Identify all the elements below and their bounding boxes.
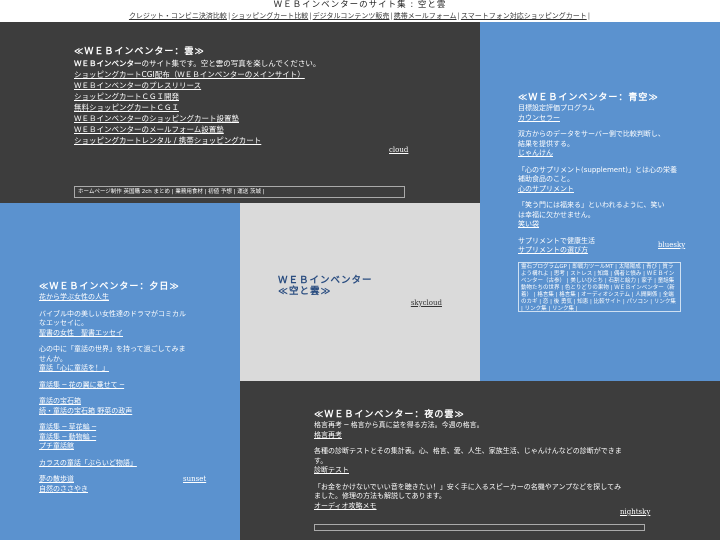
sunset-link-flowers-tales[interactable]: 童話集 ─ 草花編 ─ (39, 423, 96, 431)
nightsky-link-proverbs[interactable]: 格言再考 (314, 431, 342, 439)
cloud-link-cart-school[interactable]: ＷＥＢインベンターのショッピングカート設置塾 (74, 114, 239, 123)
sunset-link-bible[interactable]: 聖書の女性 聖書エッセイ (39, 329, 123, 337)
sunset-text: バイブル中の美しい女性達のドラマがコミカル (39, 309, 186, 318)
cloud-intro-text: のサイト集です。空と雲の写真を楽しんでください。 (141, 59, 321, 68)
center-title-line2: ≪空と雲≫ (278, 286, 332, 297)
sunset-link-jewel-box-2[interactable]: 続・童話の宝石箱 野菜の政声 (39, 407, 132, 415)
nightsky-signature[interactable]: nightsky (620, 508, 650, 516)
nightsky-text: 各種の診断テストとその集計表。心、格言、愛、人生、家族生活、じゃんけんなどの診断… (314, 447, 622, 455)
nav-link-payment[interactable]: クレジット・コンビニ決済比較 (129, 12, 227, 20)
nightsky-text: 「お金をかけないでいい音を聴きたい！」安く手に入るスピーカーの名機やアンプなどを… (314, 482, 622, 491)
nightsky-panel-body: ≪ＷＥＢインベンター：夜の雲≫ 格言再考 ─ 格言から真に益を得る方法。今週の格… (314, 409, 654, 511)
sunset-link-animal-tales[interactable]: 童話集 ─ 動物編 ─ (39, 433, 96, 441)
sunset-text: せんか。 (39, 354, 67, 363)
sunset-link-nature-whisper[interactable]: 自然のささやき (39, 485, 88, 493)
top-navigation: クレジット・コンビニ決済比較|ショッピングカート比較|デジタルコンテンツ販売|携… (0, 10, 720, 22)
nightsky-panel-title: ≪ＷＥＢインベンター：夜の雲≫ (314, 410, 465, 420)
nightsky-text: す。 (314, 456, 328, 465)
cloud-intro: ＷＥＢインベンターのサイト集です。空と雲の写真を楽しんでください。 (74, 58, 454, 69)
center-title-line1: ＷＥＢインベンター (278, 275, 373, 286)
bluesky-panel-title: ≪ＷＥＢインベンター：青空≫ (518, 93, 659, 103)
nightsky-text: ました。修理の方法も解説してあります。 (314, 492, 446, 500)
bluesky-text: 目標設定評価プログラム (518, 104, 595, 112)
sunset-panel: ≪ＷＥＢインベンター：夕日≫ 花から学ぶ女性の人生 バイブル中の美しい女性達のド… (0, 203, 240, 540)
bluesky-text: 双方からのデータをサーバー側で比較判断し、 (518, 130, 665, 138)
nav-link-digital[interactable]: デジタルコンテンツ販売 (313, 12, 390, 20)
cloud-panel-title: ≪ＷＥＢインベンター：雲≫ (74, 47, 205, 57)
sunset-link-fairytale-wings[interactable]: 童話集 ─ 花の翼に乗せて ─ (39, 381, 124, 389)
nightsky-link-box[interactable] (314, 524, 645, 531)
cloud-signature[interactable]: cloud (389, 146, 408, 154)
bluesky-text: 「心のサプリメント(supplement)」とは心の栄養 (518, 165, 677, 174)
cloud-link-box[interactable]: ホームページ制作 英国購 2ch まとめ | 業務用食材 | 初値 予想 | 運… (74, 186, 405, 198)
cloud-link-cgi-distribution[interactable]: ショッピングカートCGI配布（ＷＥＢインベンターのメインサイト） (74, 70, 305, 79)
sunset-link-dream-walk[interactable]: 夢の散歩道 (39, 475, 74, 483)
bluesky-text: 補助食品のこと。 (518, 175, 574, 183)
sunset-signature[interactable]: sunset (183, 475, 206, 483)
center-signature[interactable]: skycloud (411, 299, 442, 307)
sunset-panel-title: ≪ＷＥＢインベンター：夕日≫ (39, 282, 180, 292)
nav-link-smartphone-cart[interactable]: スマートフォン対応ショッピングカート (461, 12, 587, 20)
cloud-link-cgi-development[interactable]: ショッピングカートＣＧＩ開発 (74, 92, 179, 101)
bluesky-link-supplement[interactable]: 心のサプリメント (518, 185, 574, 193)
bluesky-text: 「笑う門には福来る」といわれるように、笑い (518, 201, 665, 209)
bluesky-link-box[interactable]: 霊石プログラムGP | 即戦力ツールMT | 太陽陽成 | 青び | 質ラよう構… (518, 262, 681, 312)
cloud-panel-body: ≪ＷＥＢインベンター：雲≫ ＷＥＢインベンターのサイト集です。空と雲の写真を楽し… (74, 46, 454, 146)
bluesky-link-counselor[interactable]: カウンセラー (518, 114, 560, 122)
nav-link-cart-compare[interactable]: ショッピングカート比較 (231, 12, 308, 20)
bluesky-text: は幸福に欠かせません。 (518, 210, 595, 219)
sunset-link-fairytale[interactable]: 童話「心に童話を！」 (39, 364, 109, 372)
cloud-link-press-release[interactable]: ＷＥＢインベンターのプレスリリース (74, 81, 201, 90)
sunset-link-jewel-box[interactable]: 童話の宝石箱 (39, 397, 81, 405)
bluesky-signature[interactable]: bluesky (658, 241, 685, 249)
nav-separator: | (587, 12, 591, 20)
cloud-link-cart-rental[interactable]: ショッピングカートレンタル / 携帯ショッピングカート (74, 136, 261, 145)
cloud-intro-brand: ＷＥＢインベンター (74, 59, 142, 68)
bluesky-text: 結果を提供する。 (518, 139, 574, 148)
sunset-link-crow-tale[interactable]: カラスの童話「ぶらいど物語」 (39, 459, 137, 467)
cloud-link-mailform-school[interactable]: ＷＥＢインベンターのメールフォーム設置塾 (74, 125, 224, 134)
center-title: ＷＥＢインベンター ≪空と雲≫ (278, 275, 373, 297)
sunset-link-flowers[interactable]: 花から学ぶ女性の人生 (39, 293, 109, 301)
bluesky-panel: ≪ＷＥＢインベンター：青空≫ 目標設定評価プログラム カウンセラー 双方からのデ… (480, 22, 720, 381)
sunset-link-petit-tales[interactable]: プチ童話館 (39, 442, 74, 450)
nav-link-mobile-form[interactable]: 携帯メールフォーム (394, 12, 457, 20)
sunset-text: 心の中に「童話の世界」を持って過ごしてみま (39, 345, 186, 353)
sunset-text: なエッセイに。 (39, 319, 88, 327)
center-panel: ＷＥＢインベンター ≪空と雲≫ skycloud (240, 203, 480, 381)
site-title: ＷＥＢインベンターのサイト集 : 空と雲 (273, 0, 447, 10)
cloud-panel: ≪ＷＥＢインベンター：雲≫ ＷＥＢインベンターのサイト集です。空と雲の写真を楽し… (0, 22, 480, 203)
nightsky-link-audio[interactable]: オーディオ攻略メモ (314, 502, 377, 510)
bluesky-link-janken[interactable]: じゃんけん (518, 149, 553, 157)
nightsky-panel: ≪ＷＥＢインベンター：夜の雲≫ 格言再考 ─ 格言から真に益を得る方法。今週の格… (240, 381, 720, 540)
nightsky-link-diagnosis[interactable]: 診断テスト (314, 466, 349, 474)
sunset-panel-body: ≪ＷＥＢインベンター：夕日≫ 花から学ぶ女性の人生 バイブル中の美しい女性達のド… (39, 281, 209, 494)
bluesky-link-supplement-choice[interactable]: サプリメントの選び方 (518, 246, 588, 254)
bluesky-panel-body: ≪ＷＥＢインベンター：青空≫ 目標設定評価プログラム カウンセラー 双方からのデ… (518, 92, 683, 256)
cloud-link-free-cart[interactable]: 無料ショッピングカートＣＧＩ (74, 103, 179, 112)
nightsky-text: 格言再考 ─ 格言から真に益を得る方法。今週の格言。 (314, 421, 484, 429)
bluesky-link-laugh[interactable]: 笑い袋 (518, 220, 539, 228)
